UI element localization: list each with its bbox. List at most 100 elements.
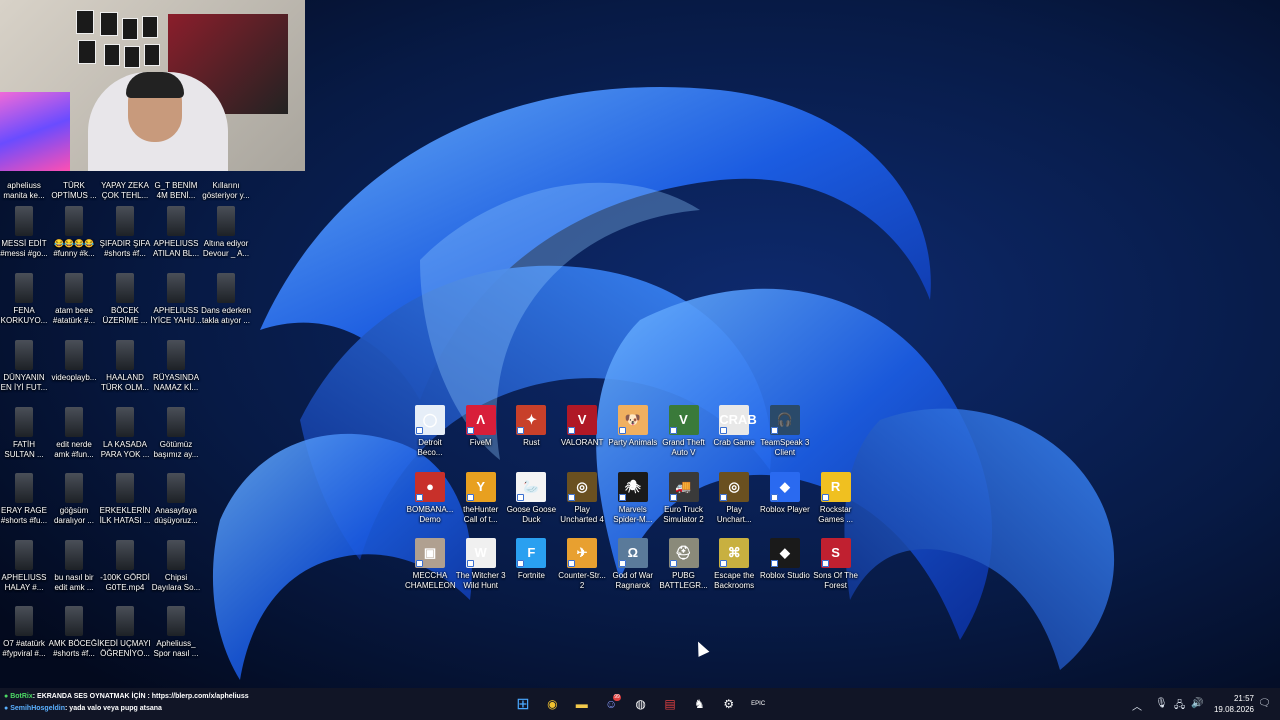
- steam-icon[interactable]: ⚙: [718, 693, 740, 715]
- game-shortcut[interactable]: 🕷 Marvels Spider-M...: [608, 472, 658, 525]
- volume-icon[interactable]: 🔊: [1191, 698, 1203, 709]
- desktop-video-file[interactable]: FATİH SULTAN ...: [0, 407, 50, 460]
- desktop-video-file[interactable]: Anasayfaya düşüyoruz...: [150, 473, 202, 526]
- game-shortcut[interactable]: CRAB Crab Game: [709, 405, 759, 458]
- discord-notification-badge: 99: [613, 694, 621, 701]
- chrome-icon[interactable]: ◉: [541, 693, 563, 715]
- game-logo-icon: ✈: [567, 538, 598, 568]
- game-shortcut[interactable]: ● BOMBANA... Demo: [405, 472, 455, 525]
- clock-time: 21:57: [1233, 694, 1254, 703]
- video-file-label: edit nerde amk #fun...: [54, 440, 94, 459]
- microphone-icon[interactable]: 🎙: [1155, 698, 1168, 709]
- system-clock[interactable]: 21:57 19.08.2026: [1208, 693, 1254, 715]
- network-icon[interactable]: 🖧: [1174, 698, 1185, 715]
- desktop-video-file[interactable]: YAPAY ZEKA ÇOK TEHL...: [99, 148, 151, 201]
- chat-username: BotRix: [10, 693, 33, 700]
- video-file-label: -100K GÖRDİ G0TE.mp4: [100, 573, 150, 592]
- game-shortcut[interactable]: ◆ Roblox Player: [760, 472, 810, 525]
- desktop-video-file[interactable]: O7 #atatürk #fypviral #...: [0, 606, 50, 659]
- game-shortcut[interactable]: ⌘ Escape the Backrooms: [709, 538, 759, 591]
- game-shortcut[interactable]: ◆ Roblox Studio: [760, 538, 810, 591]
- game-shortcut[interactable]: R Rockstar Games ...: [811, 472, 861, 525]
- desktop-video-file[interactable]: APHELIUSS HALAY #...: [0, 540, 50, 593]
- video-thumbnail-icon: [116, 606, 134, 636]
- desktop-video-file[interactable]: APHELIUSS ATILAN BL...: [150, 206, 202, 259]
- video-thumbnail-icon: [116, 206, 134, 236]
- game-shortcut[interactable]: V Grand Theft Auto V: [659, 405, 709, 458]
- desktop-video-file[interactable]: AMK BÖCEĞİ #shorts #f...: [48, 606, 100, 659]
- ghost-app-icon[interactable]: ♞: [688, 693, 710, 715]
- video-thumbnail-icon: [15, 340, 33, 370]
- game-shortcut[interactable]: ◯ Detroit Beco...: [405, 405, 455, 458]
- file-explorer-icon[interactable]: ▬: [571, 693, 593, 715]
- desktop-video-file[interactable]: G_T BENİM 4M BENİ...: [150, 148, 202, 201]
- game-shortcut[interactable]: YtheHunter Call of t...: [456, 472, 506, 525]
- desktop-video-file[interactable]: Chipsi Dayılara So...: [150, 540, 202, 593]
- desktop-video-file[interactable]: FENA KORKUYO...: [0, 273, 50, 326]
- desktop-video-file[interactable]: Götümüz başımız ay...: [150, 407, 202, 460]
- game-shortcut-label: theHunter Call of t...: [463, 505, 499, 524]
- game-shortcut-label: Roblox Studio: [759, 571, 810, 580]
- video-file-label: O7 #atatürk #fypviral #...: [2, 639, 46, 658]
- desktop-video-file[interactable]: RÜYASINDA NAMAZ Kİ...: [150, 340, 202, 393]
- desktop-video-file[interactable]: ERAY RAGE #shorts #fu...: [0, 473, 50, 526]
- game-shortcut[interactable]: 🎧 TeamSpeak 3 Client: [760, 405, 810, 458]
- game-shortcut-label: Fortnite: [517, 571, 545, 580]
- desktop-video-file[interactable]: 😂😂😂😂 #funny #k...: [48, 206, 100, 259]
- game-shortcut[interactable]: Λ FiveM: [456, 405, 506, 458]
- game-shortcut[interactable]: ✦ Rust: [506, 405, 556, 458]
- game-logo-icon: 🦢: [516, 472, 547, 502]
- desktop-video-file[interactable]: Dans ederken takla atıyor ...: [200, 273, 252, 326]
- game-shortcut[interactable]: 🚚 Euro Truck Simulator 2: [659, 472, 709, 525]
- game-shortcut[interactable]: ◎ Play Uncharted 4: [557, 472, 607, 525]
- game-shortcut[interactable]: W The Witcher 3 Wild Hunt: [456, 538, 506, 591]
- game-shortcut[interactable]: Ω God of War Ragnarok: [608, 538, 658, 591]
- game-shortcut-label: The Witcher 3 Wild Hunt: [455, 571, 506, 590]
- game-shortcut[interactable]: 🦢 Goose Goose Duck: [506, 472, 556, 525]
- webcam-overlay: [0, 0, 305, 171]
- desktop-video-file[interactable]: APHELIUSS İYİCE YAHU...: [150, 273, 202, 326]
- windows-start-icon[interactable]: ⊞: [512, 693, 534, 715]
- game-shortcut[interactable]: S Sons Of The Forest: [811, 538, 861, 591]
- notification-icon[interactable]: 🗨: [1258, 698, 1271, 709]
- desktop-video-file[interactable]: DÜNYANIN EN İYİ FUT...: [0, 340, 50, 393]
- desktop-video-file[interactable]: göğsüm daralıyor ...: [48, 473, 100, 526]
- game-logo-icon: ✦: [516, 405, 547, 435]
- desktop-video-file[interactable]: ERKEKLERİN İLK HATASI ...: [99, 473, 151, 526]
- desktop-video-file[interactable]: Apheliuss_ Spor nasıl ...: [150, 606, 202, 659]
- desktop-video-file[interactable]: MESSİ EDİT #messi #go...: [0, 206, 50, 259]
- video-thumbnail-icon: [65, 606, 83, 636]
- game-shortcut[interactable]: 🐶 Party Animals: [608, 405, 658, 458]
- desktop-video-file[interactable]: TÜRK OPTİMUS ...: [48, 148, 100, 201]
- desktop-video-file[interactable]: bu nasıl bir edit amk ...: [48, 540, 100, 593]
- desktop-video-file[interactable]: LA KASADA PARA YOK ...: [99, 407, 151, 460]
- chevron-up-icon[interactable]: ︿: [1132, 698, 1142, 713]
- epic-games-icon[interactable]: EPIC: [747, 693, 769, 715]
- desktop-video-file[interactable]: BÖCEK ÜZERİME ...: [99, 273, 151, 326]
- video-thumbnail-icon: [167, 273, 185, 303]
- game-shortcut[interactable]: F Fortnite: [506, 538, 556, 591]
- news-icon[interactable]: ▤: [659, 693, 681, 715]
- desktop-video-file[interactable]: Altına ediyor Devour _ A...: [200, 206, 252, 259]
- game-shortcut[interactable]: ◎ Play Unchart...: [709, 472, 759, 525]
- game-shortcut[interactable]: ✈ Counter-Str... 2: [557, 538, 607, 591]
- video-thumbnail-icon: [65, 206, 83, 236]
- game-shortcut[interactable]: ▣ MECCHA CHAMELEON: [405, 538, 455, 591]
- video-file-label: Dans ederken takla atıyor ...: [201, 306, 251, 325]
- game-shortcut-label: Marvels Spider-M...: [613, 505, 653, 524]
- desktop-video-file[interactable]: atam beee #atatürk #...: [48, 273, 100, 326]
- desktop-video-file[interactable]: -100K GÖRDİ G0TE.mp4: [99, 540, 151, 593]
- video-thumbnail-icon: [65, 340, 83, 370]
- game-logo-icon: ●: [415, 472, 445, 502]
- desktop-video-file[interactable]: ŞIFADIR ŞIFA #shorts #f...: [99, 206, 151, 259]
- desktop-video-file[interactable]: HAALAND TÜRK OLM...: [99, 340, 151, 393]
- game-shortcut-label: PUBG BATTLEGR...: [659, 571, 708, 590]
- desktop-video-file[interactable]: KEDİ UÇMAYI ÖĞRENİYO...: [99, 606, 151, 659]
- game-shortcut[interactable]: ⛑ PUBG BATTLEGR...: [659, 538, 709, 591]
- desktop-video-file[interactable]: videoplayb...: [48, 340, 100, 393]
- desktop-video-file[interactable]: Kıllarını gösteriyor y...: [200, 148, 252, 201]
- desktop-video-file[interactable]: apheliuss manita ke...: [0, 148, 50, 201]
- game-shortcut[interactable]: V VALORANT: [557, 405, 607, 458]
- obs-icon[interactable]: ◍: [630, 693, 652, 715]
- desktop-video-file[interactable]: edit nerde amk #fun...: [48, 407, 100, 460]
